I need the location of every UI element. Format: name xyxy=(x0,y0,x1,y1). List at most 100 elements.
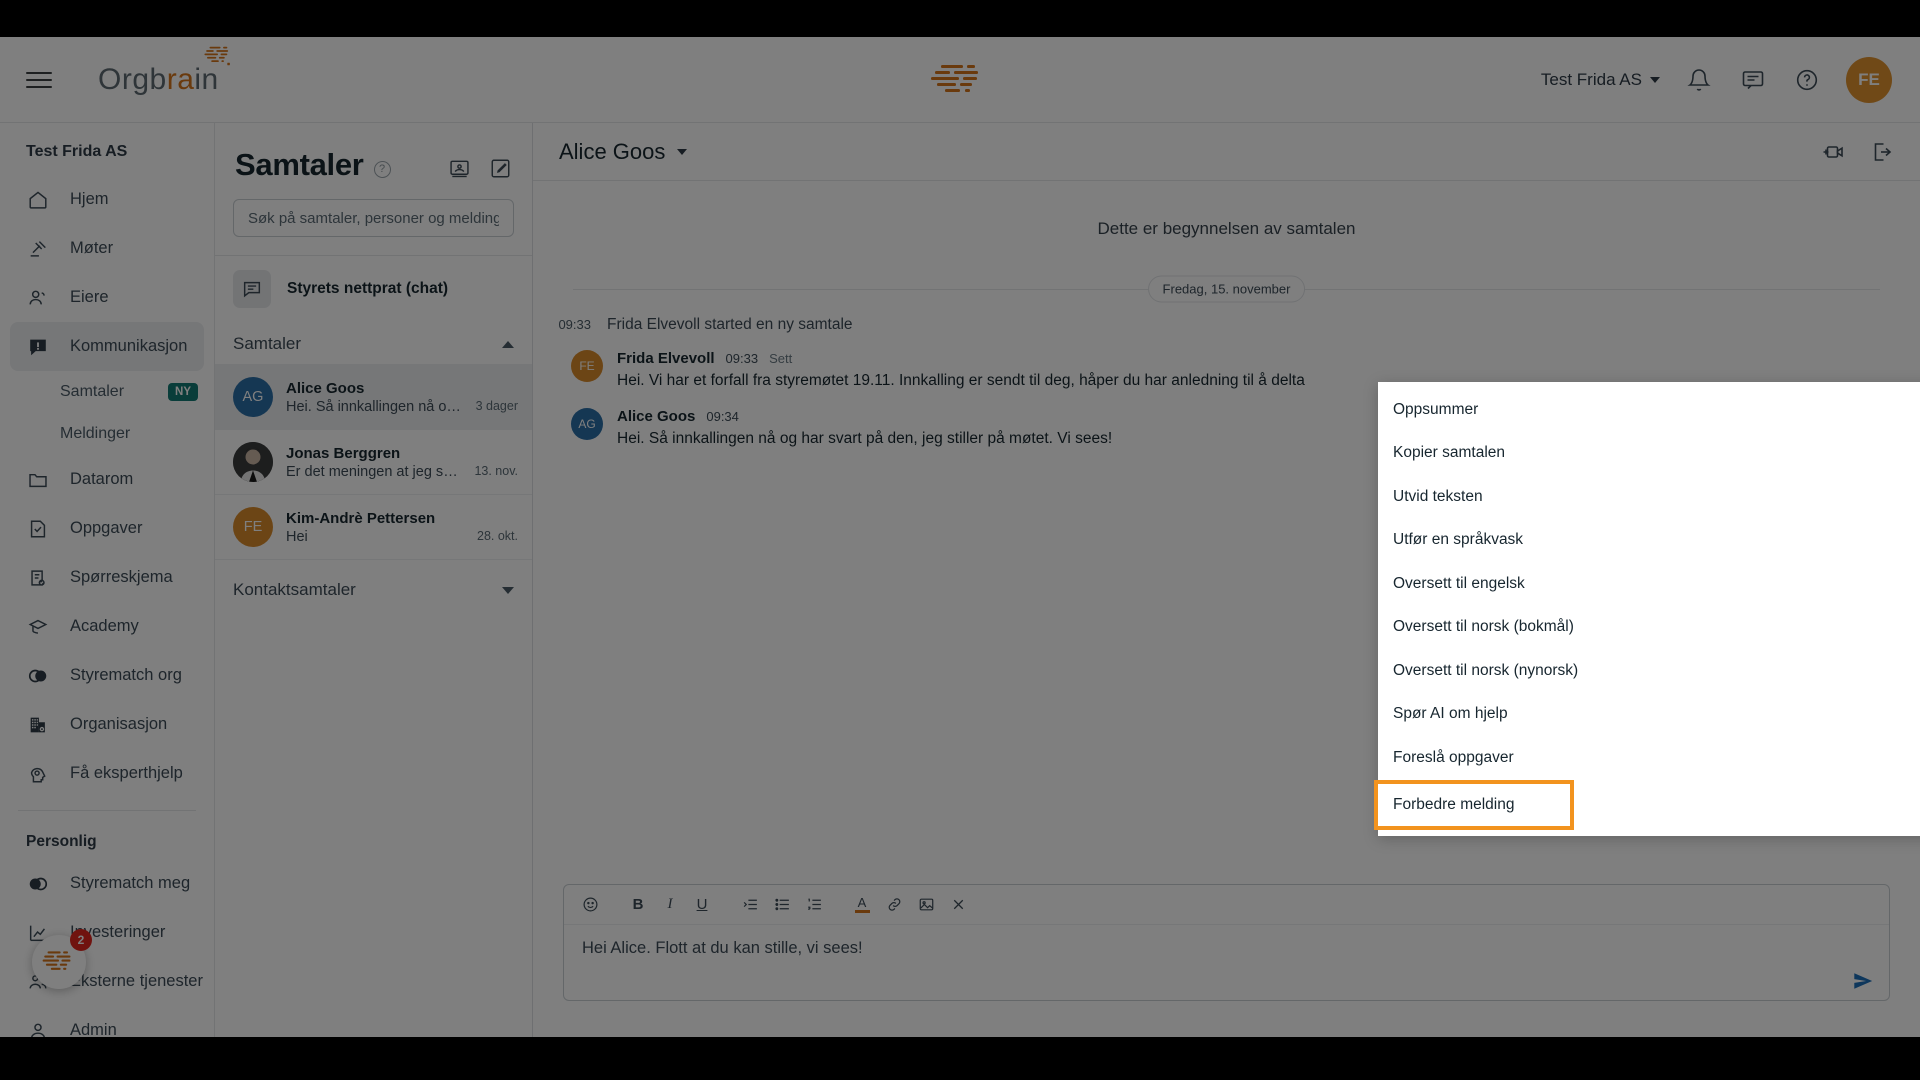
sidebar-item-admin[interactable]: Admin xyxy=(0,1006,214,1037)
group-header-kontaktsamtaler[interactable]: Kontaktsamtaler xyxy=(215,559,532,618)
conversation-preview: Er det meningen at jeg skal delt… xyxy=(286,463,462,480)
sidebar-item-label: Oppgaver xyxy=(70,519,143,537)
sidebar-item-styrematch-meg[interactable]: Styrematch meg xyxy=(0,859,214,908)
search-container xyxy=(215,183,532,255)
menu-item-oversett-til-norsk-nynorsk[interactable]: Oversett til norsk (nynorsk) xyxy=(1378,649,1920,693)
add-video-icon[interactable] xyxy=(1820,140,1844,164)
menu-item-kopier-samtalen[interactable]: Kopier samtalen xyxy=(1378,432,1920,476)
sidebar-item-sporreskjema[interactable]: Spørreskjema xyxy=(0,553,214,602)
underline-icon[interactable]: U xyxy=(688,891,716,919)
sidebar-item-label: Spørreskjema xyxy=(70,568,173,586)
group-header-samtaler[interactable]: Samtaler xyxy=(215,322,532,364)
toolbar-divider xyxy=(720,891,732,919)
ai-actions-menu: Oppsummer Kopier samtalen Utvid teksten … xyxy=(1374,382,1920,836)
menu-item-oversett-til-norsk-bokmal[interactable]: Oversett til norsk (bokmål) xyxy=(1378,606,1920,650)
menu-item-oversett-til-engelsk[interactable]: Oversett til engelsk xyxy=(1378,562,1920,606)
message-body: Frida Elvevoll 09:33 Sett Hei. Vi har et… xyxy=(617,350,1305,392)
toolbar-divider xyxy=(608,891,620,919)
sidebar-item-meldinger[interactable]: Meldinger xyxy=(0,413,214,455)
chevron-down-icon xyxy=(502,586,514,594)
message-input[interactable]: Hei Alice. Flott at du kan stille, vi se… xyxy=(564,925,1889,1000)
sidebar-org-name: Test Frida AS xyxy=(26,143,128,160)
orgbrain-logo[interactable]: Orgbrain xyxy=(98,46,230,97)
help-circle-icon[interactable] xyxy=(1792,65,1822,95)
sidebar-item-label: Hjem xyxy=(70,190,109,208)
message-header: Alice Goos 09:34 xyxy=(617,408,1112,425)
conversation-name: Jonas Berggren xyxy=(286,444,401,462)
emoji-icon[interactable] xyxy=(576,891,604,919)
numbered-list-icon[interactable] xyxy=(800,891,828,919)
bold-icon[interactable]: B xyxy=(624,891,652,919)
indent-icon[interactable] xyxy=(736,891,764,919)
chat-header-actions xyxy=(1820,140,1894,164)
menu-item-foresla-oppgaver[interactable]: Foreslå oppgaver xyxy=(1378,736,1920,780)
sidebar-item-oppgaver[interactable]: Oppgaver xyxy=(0,504,214,553)
conversation-item-alice-goos[interactable]: AG Alice Goos Hei. Så innkallingen nå og… xyxy=(215,364,532,429)
head-gear-icon xyxy=(26,762,50,786)
group-label: Samtaler xyxy=(233,334,302,353)
conversation-preview: Hei xyxy=(286,528,308,545)
sidebar-item-label: Kommunikasjon xyxy=(70,337,188,355)
hamburger-icon[interactable] xyxy=(26,63,60,97)
text-color-icon[interactable]: A xyxy=(848,891,876,919)
conversation-item-jonas-berggren[interactable]: Jonas Berggren Er det meningen at jeg sk… xyxy=(215,429,532,494)
sidebar-item-datarom[interactable]: Datarom xyxy=(0,455,214,504)
notification-bell-icon[interactable] xyxy=(1684,65,1714,95)
sidebar-item-label: Samtaler xyxy=(60,383,125,400)
speech-alert-icon xyxy=(26,335,50,359)
clear-format-icon[interactable] xyxy=(944,891,972,919)
sidebar-item-label: Eksterne tjenester xyxy=(70,972,203,990)
menu-item-spor-ai-om-hjelp[interactable]: Spør AI om hjelp xyxy=(1378,693,1920,737)
sidebar-item-organisasjon[interactable]: Organisasjon xyxy=(0,700,214,749)
sidebar-item-fa-eksperthjelp[interactable]: Få eksperthjelp xyxy=(0,749,214,798)
send-icon[interactable] xyxy=(1851,970,1875,992)
conversation-name: Alice Goos xyxy=(286,379,365,397)
sidebar-item-label: Styrematch meg xyxy=(70,874,191,892)
avatar: AG xyxy=(233,377,273,417)
sidebar-item-samtaler[interactable]: Samtaler NY xyxy=(0,371,214,413)
image-icon[interactable] xyxy=(912,891,940,919)
user-avatar[interactable]: FE xyxy=(1846,56,1892,103)
venn-circles-icon xyxy=(26,872,50,896)
text-color-swatch xyxy=(854,910,870,913)
help-widget-button[interactable]: 2 xyxy=(32,929,92,989)
link-icon[interactable] xyxy=(880,891,908,919)
date-chip: Fredag, 15. november xyxy=(1147,275,1306,303)
menu-item-utvid-teksten[interactable]: Utvid teksten xyxy=(1378,475,1920,519)
avatar xyxy=(233,442,273,482)
chevron-down-icon[interactable] xyxy=(677,148,688,155)
contact-card-icon[interactable] xyxy=(448,157,471,180)
help-badge-count: 2 xyxy=(70,929,92,951)
pinned-chat-label: Styrets nettprat (chat) xyxy=(287,280,449,297)
menu-item-utfor-en-sprakvask[interactable]: Utfør en språkvask xyxy=(1378,519,1920,563)
bullet-list-icon[interactable] xyxy=(768,891,796,919)
conversation-item-kim-andre-pettersen[interactable]: FE Kim-Andrè Pettersen Hei 28. okt. xyxy=(215,494,532,559)
message-time: 09:33 xyxy=(725,351,759,366)
avatar-initials: FE xyxy=(243,519,263,535)
org-switcher[interactable]: Test Frida AS xyxy=(1541,70,1660,90)
sidebar-item-styrematch-org[interactable]: Styrematch org xyxy=(0,651,214,700)
sidebar-item-academy[interactable]: Academy xyxy=(0,602,214,651)
sidebar-item-eiere[interactable]: Eiere xyxy=(0,273,214,322)
people-icon xyxy=(26,286,50,310)
leave-conversation-icon[interactable] xyxy=(1870,140,1894,164)
chat-bubble-icon[interactable] xyxy=(1738,65,1768,95)
orgbrain-help-icon xyxy=(42,951,71,970)
sidebar-item-hjem[interactable]: Hjem xyxy=(0,175,214,224)
composer-toolbar: B I U A xyxy=(564,885,1889,925)
sidebar-divider xyxy=(18,810,196,811)
conversation-preview: Hei. Så innkallingen nå og har s… xyxy=(286,398,463,415)
appbar-right-group: Test Frida AS FE xyxy=(1541,56,1892,103)
date-separator: Fredag, 15. november xyxy=(573,275,1880,303)
sidebar-item-moter[interactable]: Møter xyxy=(0,224,214,273)
pinned-chat-item[interactable]: Styrets nettprat (chat) xyxy=(215,256,532,322)
sidebar-item-kommunikasjon[interactable]: Kommunikasjon xyxy=(10,322,204,371)
italic-icon[interactable]: I xyxy=(656,891,684,919)
compose-pencil-icon[interactable] xyxy=(489,157,512,180)
menu-item-forbedre-melding[interactable]: Forbedre melding xyxy=(1374,779,1574,830)
conversation-body: Alice Goos Hei. Så innkallingen nå og ha… xyxy=(286,380,463,415)
sidebar-item-investeringer[interactable]: Investeringer xyxy=(0,908,214,957)
menu-item-oppsummer[interactable]: Oppsummer xyxy=(1378,388,1920,432)
question-mark-icon[interactable]: ? xyxy=(373,160,391,178)
search-input[interactable] xyxy=(233,199,514,237)
